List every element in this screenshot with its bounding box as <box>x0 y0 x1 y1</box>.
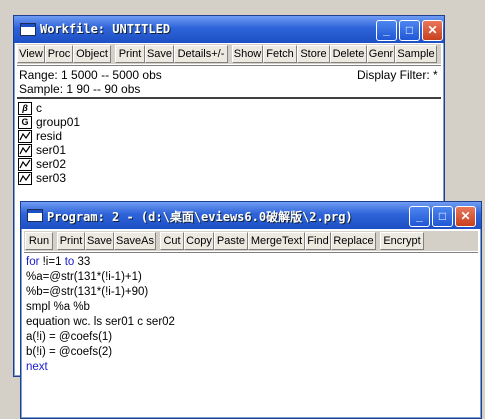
range-text[interactable]: Range: 1 5000 -- 5000 obs <box>19 68 162 82</box>
info-divider <box>17 97 441 99</box>
workfile-titlebar[interactable]: Workfile: UNTITLED _ □ ✕ <box>14 16 444 43</box>
code-line: %b=@str(131*(!i-1)+90) <box>26 286 149 298</box>
store-button[interactable]: Store <box>297 45 330 63</box>
window-icon <box>20 23 36 36</box>
toolbar-divider <box>17 65 441 66</box>
run-button[interactable]: Run <box>25 232 53 250</box>
show-button[interactable]: Show <box>232 45 263 63</box>
program-title: Program: 2 - (d:\桌面\eviews6.0破解版\2.prg) <box>47 210 353 224</box>
code-editor[interactable]: for !i=1 to 33 %a=@str(131*(!i-1)+1) %b=… <box>21 253 481 418</box>
series-icon <box>18 130 32 143</box>
print-button[interactable]: Print <box>57 232 85 250</box>
maximize-icon[interactable]: □ <box>399 20 420 41</box>
code-line: b(!i) = @coefs(2) <box>26 346 113 358</box>
program-window: Program: 2 - (d:\桌面\eviews6.0破解版\2.prg) … <box>20 201 482 419</box>
object-button[interactable]: Object <box>73 45 111 63</box>
cut-button[interactable]: Cut <box>160 232 184 250</box>
close-icon[interactable]: ✕ <box>455 206 476 227</box>
window-icon <box>27 209 43 222</box>
save-button[interactable]: Save <box>85 232 114 250</box>
paste-button[interactable]: Paste <box>214 232 248 250</box>
sample-text[interactable]: Sample: 1 90 -- 90 obs <box>19 82 140 96</box>
fetch-button[interactable]: Fetch <box>263 45 297 63</box>
sample-button[interactable]: Sample <box>395 45 437 63</box>
program-toolbar: Run Print Save SaveAs Cut Copy Paste Mer… <box>24 231 478 251</box>
workfile-title: Workfile: UNTITLED <box>40 22 171 36</box>
close-icon[interactable]: ✕ <box>422 20 443 41</box>
mergetext-button[interactable]: MergeText <box>248 232 305 250</box>
display-filter-text[interactable]: Display Filter: * <box>357 68 438 82</box>
coefficient-vector-icon: β <box>18 102 32 115</box>
code-line: for !i=1 to 33 <box>26 256 91 268</box>
code-line: equation wc. ls ser01 c ser02 <box>26 316 175 328</box>
find-button[interactable]: Find <box>305 232 331 250</box>
encrypt-button[interactable]: Encrypt <box>380 232 424 250</box>
group-icon: G <box>18 116 32 129</box>
proc-button[interactable]: Proc <box>45 45 73 63</box>
genr-button[interactable]: Genr <box>367 45 395 63</box>
minimize-icon[interactable]: _ <box>376 20 397 41</box>
minimize-icon[interactable]: _ <box>409 206 430 227</box>
saveas-button[interactable]: SaveAs <box>114 232 156 250</box>
details-button[interactable]: Details+/- <box>174 45 228 63</box>
print-button[interactable]: Print <box>115 45 145 63</box>
code-line: next <box>26 361 48 373</box>
maximize-icon[interactable]: □ <box>432 206 453 227</box>
program-titlebar[interactable]: Program: 2 - (d:\桌面\eviews6.0破解版\2.prg) … <box>21 202 481 229</box>
code-line: %a=@str(131*(!i-1)+1) <box>26 271 142 283</box>
code-line: a(!i) = @coefs(1) <box>26 331 113 343</box>
series-icon <box>18 172 32 185</box>
series-icon <box>18 158 32 171</box>
save-button[interactable]: Save <box>145 45 174 63</box>
copy-button[interactable]: Copy <box>184 232 214 250</box>
code-line: smpl %a %b <box>26 301 90 313</box>
view-button[interactable]: View <box>17 45 45 63</box>
replace-button[interactable]: Replace <box>331 232 376 250</box>
series-icon <box>18 144 32 157</box>
delete-button[interactable]: Delete <box>330 45 367 63</box>
workfile-toolbar: View Proc Object Print Save Details+/- S… <box>17 44 441 64</box>
